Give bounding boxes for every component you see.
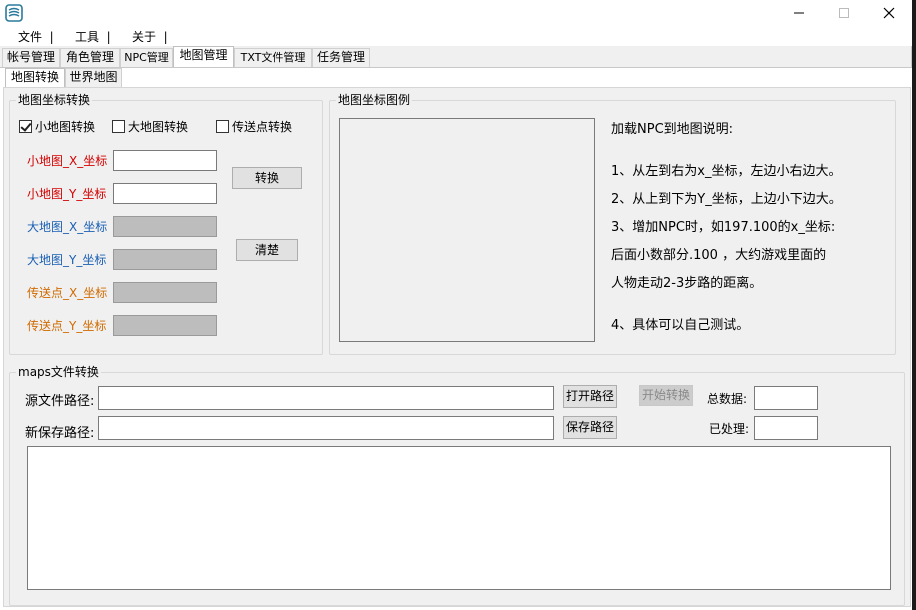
menu-about[interactable]: 关于 | [132,28,168,44]
small-map-checkbox[interactable]: 小地图转换 [19,118,95,135]
big-map-checkbox[interactable]: 大地图转换 [112,118,188,135]
teleport-checkbox[interactable]: 传送点转换 [216,118,292,135]
tab-map[interactable]: 地图管理 [173,46,234,67]
legend-line-4: 后面小数部分.100 ，大约游戏里面的 [611,248,827,263]
processed-label: 已处理: [709,422,750,436]
checkbox-unchecked-icon [216,120,229,133]
menu-file[interactable]: 文件 | [18,28,54,44]
small-map-y-input[interactable] [113,183,217,204]
legend-line-6: 4、具体可以自己测试。 [611,318,750,333]
maximize-button[interactable] [821,0,867,26]
save-path-input[interactable] [98,416,554,440]
log-output-area[interactable] [27,446,891,590]
big-map-y-label: 大地图_Y_坐标 [27,253,107,267]
small-map-y-label: 小地图_Y_坐标 [27,187,107,201]
clear-button[interactable]: 清楚 [236,239,298,261]
checkbox-label: 小地图转换 [35,120,96,134]
subtab-world-map[interactable]: 世界地图 [65,68,122,87]
app-logo-icon [5,4,23,22]
legend-heading: 加载NPC到地图说明: [611,122,734,137]
app-window: 文件 | 工具 | 关于 | 帐号管理 角色管理 NPC管理 地图管理 TXT文… [0,0,912,610]
source-path-label: 源文件路径: [25,394,95,409]
big-map-x-input[interactable] [113,216,217,237]
checkbox-unchecked-icon [112,120,125,133]
big-map-y-input[interactable] [113,249,217,270]
convert-button[interactable]: 转换 [232,167,302,189]
map-preview-area[interactable] [339,118,595,342]
total-input[interactable] [754,386,818,410]
subtab-map-convert[interactable]: 地图转换 [5,68,65,87]
save-path-label: 新保存路径: [25,426,95,441]
coord-group-title: 地图坐标转换 [16,93,93,107]
teleport-y-input[interactable] [113,315,217,336]
checkbox-label: 传送点转换 [232,120,293,134]
teleport-x-label: 传送点_X_坐标 [27,286,108,300]
maps-group-title: maps文件转换 [16,365,101,379]
legend-group-title: 地图坐标图例 [336,93,413,107]
teleport-y-label: 传送点_Y_坐标 [27,319,107,333]
save-path-button[interactable]: 保存路径 [563,416,617,439]
menu-bar: 文件 | 工具 | 关于 | [0,26,912,46]
minimize-button[interactable] [776,0,822,26]
maximize-icon [839,8,849,18]
title-bar [0,0,912,26]
close-button[interactable] [866,0,912,26]
legend-line-5: 人物走动2-3步路的距离。 [611,276,763,291]
start-convert-button[interactable]: 开始转换 [639,385,693,406]
menu-tools[interactable]: 工具 | [75,28,111,44]
processed-input[interactable] [754,416,818,440]
tab-npc[interactable]: NPC管理 [120,48,173,67]
legend-line-2: 2、从上到下为Y_坐标，上边小下边大。 [611,192,842,207]
checkbox-checked-icon [19,120,32,133]
minimize-icon [794,12,804,14]
legend-line-3: 3、增加NPC时，如197.100的x_坐标: [611,220,836,235]
teleport-x-input[interactable] [113,282,217,303]
tab-role[interactable]: 角色管理 [60,48,120,67]
close-icon [883,7,895,19]
legend-line-1: 1、从左到右为x_坐标，左边小右边大。 [611,164,842,179]
tab-task[interactable]: 任务管理 [312,48,370,67]
tab-txt[interactable]: TXT文件管理 [234,48,312,67]
big-map-x-label: 大地图_X_坐标 [27,220,108,234]
source-path-input[interactable] [98,386,554,410]
total-label: 总数据: [707,392,748,406]
checkbox-label: 大地图转换 [128,120,189,134]
tab-account[interactable]: 帐号管理 [2,48,60,67]
open-path-button[interactable]: 打开路径 [563,385,617,408]
small-map-x-input[interactable] [113,150,217,171]
small-map-x-label: 小地图_X_坐标 [27,154,108,168]
